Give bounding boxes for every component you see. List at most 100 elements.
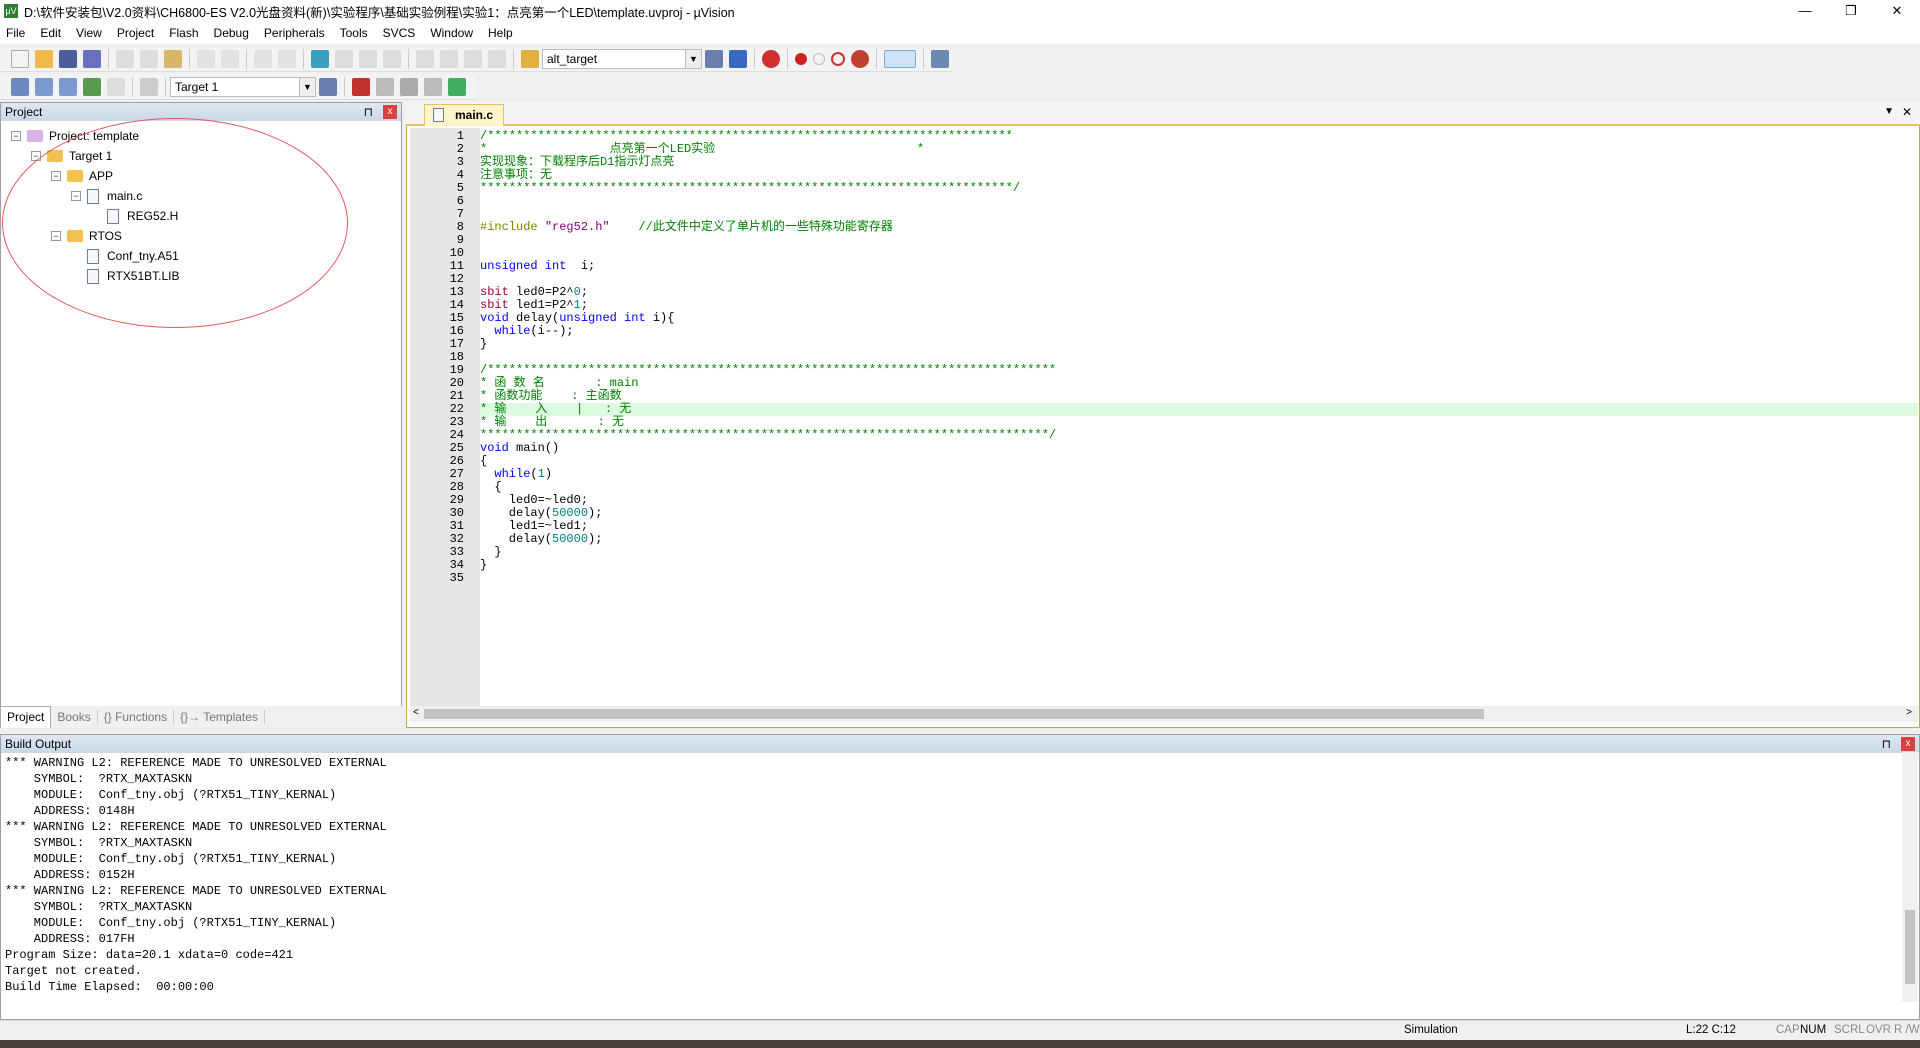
- editor-horizontal-scrollbar[interactable]: < >: [410, 706, 1918, 722]
- menu-file[interactable]: File: [6, 26, 25, 40]
- window-title: D:\软件安装包\V2.0资料\CH6800-ES V2.0光盘资料(新)\实验…: [24, 5, 735, 20]
- download-icon[interactable]: [140, 77, 158, 96]
- close-panel-icon[interactable]: x: [383, 105, 397, 119]
- save-icon[interactable]: [59, 49, 77, 68]
- code-line: 34}: [410, 559, 1910, 572]
- close-button[interactable]: ✕: [1874, 0, 1920, 22]
- select-packs-icon[interactable]: [400, 77, 418, 96]
- pin-icon[interactable]: ⊓: [1882, 737, 1891, 751]
- code-line: 26{: [410, 455, 1910, 468]
- file-toolbar: alt_target ▼: [0, 46, 952, 72]
- file-icon: [433, 108, 444, 122]
- annotation-ellipse: [2, 118, 348, 328]
- code-line: 6: [410, 195, 1910, 208]
- unindent-icon[interactable]: [440, 49, 458, 68]
- window-layout-icon[interactable]: [884, 49, 916, 68]
- breakpoint-icon[interactable]: [795, 52, 807, 65]
- back-icon[interactable]: [254, 49, 272, 68]
- line-number: 8: [456, 220, 464, 234]
- next-bookmark-icon[interactable]: [359, 49, 377, 68]
- restore-button[interactable]: ❐: [1828, 0, 1874, 22]
- build-target-combo[interactable]: Target 1 ▼: [170, 76, 316, 97]
- rebuild-icon[interactable]: [59, 77, 77, 96]
- collapse-icon[interactable]: −: [11, 131, 21, 141]
- rte-icon[interactable]: [448, 77, 466, 96]
- comment-icon[interactable]: [464, 49, 482, 68]
- tab-list-icon[interactable]: ▼: [1884, 106, 1894, 117]
- tab-main-c[interactable]: main.c: [424, 104, 504, 126]
- target-combo[interactable]: alt_target ▼: [542, 48, 702, 69]
- tab-functions[interactable]: {} Functions: [98, 710, 175, 724]
- menu-debug[interactable]: Debug: [214, 26, 249, 40]
- cursor-position: L:22 C:12: [1686, 1024, 1736, 1036]
- menu-svcs[interactable]: SVCS: [383, 26, 416, 40]
- close-panel-icon[interactable]: x: [1901, 737, 1915, 751]
- manage-components-icon[interactable]: [376, 77, 394, 96]
- disable-breakpoint-icon[interactable]: [813, 52, 825, 65]
- menu-window[interactable]: Window: [430, 26, 473, 40]
- line-number: 4: [456, 168, 464, 182]
- open-icon[interactable]: [35, 49, 53, 68]
- menu-peripherals[interactable]: Peripherals: [264, 26, 325, 40]
- target-options-icon[interactable]: [319, 77, 337, 96]
- code-line: 35: [410, 572, 1910, 585]
- incremental-find-icon[interactable]: [729, 49, 747, 68]
- code-line: 5 ***************************************…: [410, 182, 1910, 195]
- menu-view[interactable]: View: [76, 26, 102, 40]
- find-in-files-icon[interactable]: [521, 49, 539, 68]
- forward-icon[interactable]: [278, 49, 296, 68]
- output-line: SYMBOL: ?RTX_MAXTASKN: [5, 900, 193, 914]
- tab-books[interactable]: Books: [51, 710, 98, 724]
- code-line: 10: [410, 247, 1910, 260]
- menu-tools[interactable]: Tools: [340, 26, 368, 40]
- menu-project[interactable]: Project: [117, 26, 154, 40]
- uncomment-icon[interactable]: [488, 49, 506, 68]
- debug-session-icon[interactable]: [762, 49, 780, 68]
- code-text: }: [480, 337, 488, 351]
- code-line: 22 * 输 入 | : 无: [410, 403, 1910, 416]
- bookmark-icon[interactable]: [311, 49, 329, 68]
- code-line: 21 * 函数功能 : 主函数: [410, 390, 1910, 403]
- build-output-vertical-scrollbar[interactable]: [1902, 752, 1918, 1002]
- find-icon[interactable]: [705, 49, 723, 68]
- minimize-button[interactable]: —: [1782, 0, 1828, 22]
- close-tab-icon[interactable]: ✕: [1902, 105, 1912, 119]
- cut-icon[interactable]: [116, 49, 134, 68]
- tab-templates[interactable]: {}→ Templates: [174, 710, 265, 724]
- menu-help[interactable]: Help: [488, 26, 513, 40]
- chevron-down-icon: ▼: [685, 49, 701, 68]
- file-extensions-icon[interactable]: [352, 77, 370, 96]
- pack-installer-icon[interactable]: [424, 77, 442, 96]
- menu-flash[interactable]: Flash: [169, 26, 198, 40]
- output-line: ADDRESS: 017FH: [5, 932, 135, 946]
- code-text: }: [480, 558, 488, 572]
- paste-icon[interactable]: [164, 49, 182, 68]
- output-line: MODULE: Conf_tny.obj (?RTX51_TINY_KERNAL…: [5, 916, 337, 930]
- batch-build-icon[interactable]: [83, 77, 101, 96]
- undo-icon[interactable]: [197, 49, 215, 68]
- stop-build-icon[interactable]: [107, 77, 125, 96]
- code-line: 24 **************************************…: [410, 429, 1910, 442]
- chevron-down-icon: ▼: [299, 77, 315, 96]
- save-all-icon[interactable]: [83, 49, 101, 68]
- clear-bookmarks-icon[interactable]: [383, 49, 401, 68]
- project-icon: [27, 130, 43, 142]
- translate-icon[interactable]: [11, 77, 29, 96]
- menu-edit[interactable]: Edit: [40, 26, 61, 40]
- kill-all-breakpoints-icon[interactable]: [851, 49, 869, 68]
- configure-icon[interactable]: [931, 49, 949, 68]
- read-write-indicator: R /W: [1894, 1024, 1920, 1036]
- build-icon[interactable]: [35, 77, 53, 96]
- new-file-icon[interactable]: [11, 49, 29, 68]
- line-number: 7: [456, 207, 464, 221]
- output-line: *** WARNING L2: REFERENCE MADE TO UNRESO…: [5, 884, 387, 898]
- prev-bookmark-icon[interactable]: [335, 49, 353, 68]
- code-text: void main(): [480, 441, 560, 455]
- tab-project[interactable]: Project: [0, 706, 52, 728]
- disable-all-breakpoints-icon[interactable]: [831, 51, 845, 66]
- redo-icon[interactable]: [221, 49, 239, 68]
- indent-icon[interactable]: [416, 49, 434, 68]
- pin-icon[interactable]: ⊓: [364, 105, 373, 119]
- copy-icon[interactable]: [140, 49, 158, 68]
- output-line: Program Size: data=20.1 xdata=0 code=421: [5, 948, 294, 962]
